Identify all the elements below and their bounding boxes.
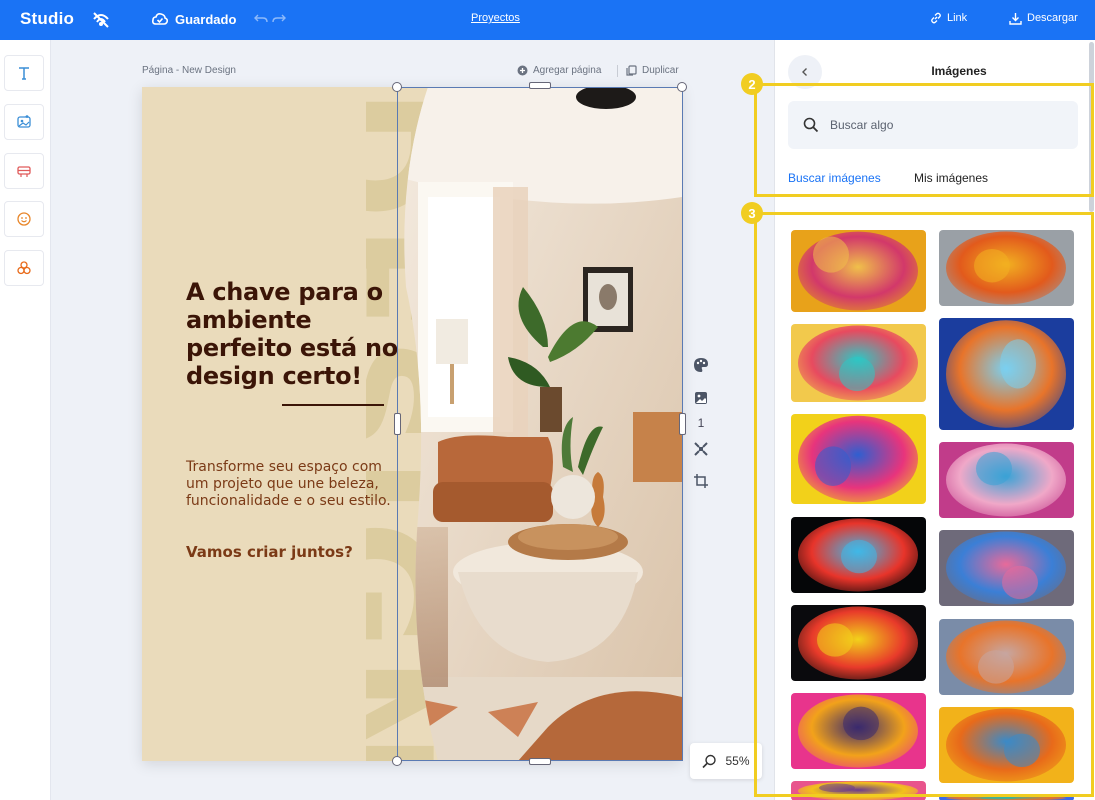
image-thumbnail-rainbow-hair-girl[interactable] (791, 324, 926, 402)
download-button[interactable]: Descargar (1009, 10, 1078, 26)
images-panel: Imágenes Buscar imágenes Mis imágenes (774, 40, 1095, 800)
interior-photo[interactable] (398, 87, 682, 761)
tab-my-images[interactable]: Mis imágenes (914, 171, 988, 185)
annotation-badge-3: 3 (741, 202, 763, 224)
fit-button[interactable] (692, 440, 710, 458)
headline-underline (282, 404, 384, 406)
crop-icon (694, 474, 708, 488)
shapes-icon (17, 261, 31, 275)
save-status-label: Guardado (175, 11, 237, 27)
image-thumbnail-partial-image-left[interactable] (791, 781, 926, 800)
crop-button[interactable] (692, 472, 710, 490)
search-box[interactable] (788, 101, 1078, 149)
link-label: Link (947, 12, 968, 24)
text-tool-button[interactable] (4, 55, 44, 91)
download-icon (1009, 12, 1022, 25)
shapes-tool-button[interactable] (4, 250, 44, 286)
text-icon (19, 67, 29, 80)
image-thumbnail-colorful-window-facade[interactable] (939, 707, 1074, 783)
emoji-tool-button[interactable] (4, 201, 44, 237)
template-tool-button[interactable] (4, 153, 44, 189)
image-thumbnail-blue-painted-face[interactable] (939, 318, 1074, 430)
top-bar: Studio Guardado Proyectos Link Descargar (0, 0, 1095, 40)
expand-icon (694, 442, 708, 456)
image-thumbnail-color-explosion-splash[interactable] (939, 230, 1074, 306)
image-thumbnail-powder-burst[interactable] (939, 619, 1074, 695)
copy-icon (626, 65, 637, 76)
palette-button[interactable] (692, 356, 710, 374)
zoom-icon (702, 754, 717, 768)
resize-handle-left[interactable] (394, 413, 401, 435)
replace-image-button[interactable] (692, 389, 710, 407)
logo-mark-icon (93, 12, 109, 28)
resize-handle-bottom-left[interactable] (392, 756, 402, 766)
headline-text[interactable]: A chave para o ambiente perfeito está no… (186, 278, 406, 390)
search-input[interactable] (830, 118, 1050, 132)
image-edit-tool-button[interactable] (4, 104, 44, 140)
emoji-icon (17, 212, 31, 226)
search-icon (803, 117, 819, 133)
tab-search-images[interactable]: Buscar imágenes (788, 171, 881, 185)
cloud-check-icon (152, 13, 168, 25)
link-button[interactable]: Link (930, 10, 967, 26)
zoom-value: 55% (725, 754, 750, 768)
panel-scrollbar[interactable] (1089, 42, 1094, 212)
download-label: Descargar (1027, 12, 1078, 24)
app-logo[interactable]: Studio (20, 9, 74, 29)
resize-handle-right[interactable] (679, 413, 686, 435)
add-page-label: Agregar página (533, 65, 602, 76)
cta-text[interactable]: Vamos criar juntos? (186, 543, 396, 561)
image-thumbnail-powder-face-portrait[interactable] (939, 442, 1074, 518)
zoom-control[interactable]: 55% (690, 743, 762, 779)
resize-handle-top-right[interactable] (677, 82, 687, 92)
undo-icon[interactable] (254, 11, 268, 25)
template-icon (17, 166, 31, 177)
projects-link[interactable]: Proyectos (471, 12, 520, 24)
page-number: 1 (697, 416, 705, 430)
image-thumbnail-neon-hair-profile[interactable] (791, 693, 926, 769)
image-edit-icon (17, 115, 31, 128)
body-text[interactable]: Transforme seu espaço com um projeto que… (186, 459, 396, 510)
image-thumbnail-holi-hands-face[interactable] (791, 414, 926, 504)
image-thumbnail-blue-powder-portrait[interactable] (939, 530, 1074, 606)
divider (617, 65, 618, 77)
image-icon (695, 392, 707, 404)
left-toolbar (0, 40, 51, 800)
design-canvas[interactable]: DESIGN A chave para o ambiente perfeito … (142, 87, 682, 761)
image-thumbnail-partial-image-right[interactable] (939, 795, 1074, 800)
resize-handle-bottom[interactable] (529, 758, 551, 765)
duplicate-button[interactable]: Duplicar (626, 65, 679, 76)
palette-icon (694, 358, 708, 372)
save-status[interactable]: Guardado (152, 10, 236, 28)
panel-title: Imágenes (931, 64, 987, 78)
redo-icon[interactable] (272, 11, 286, 25)
annotation-badge-2: 2 (741, 73, 763, 95)
image-thumbnail-colorful-hair-woman[interactable] (791, 230, 926, 312)
plus-circle-icon (517, 65, 528, 76)
duplicate-label: Duplicar (642, 65, 679, 76)
image-thumbnail-dancer-color-wave[interactable] (791, 605, 926, 681)
resize-handle-top[interactable] (529, 82, 551, 89)
image-thumbnail-paint-cups-splash[interactable] (791, 517, 926, 593)
resize-handle-top-left[interactable] (392, 82, 402, 92)
page-label: Página - New Design (142, 65, 236, 76)
link-icon (931, 12, 941, 24)
add-page-button[interactable]: Agregar página (517, 65, 601, 76)
